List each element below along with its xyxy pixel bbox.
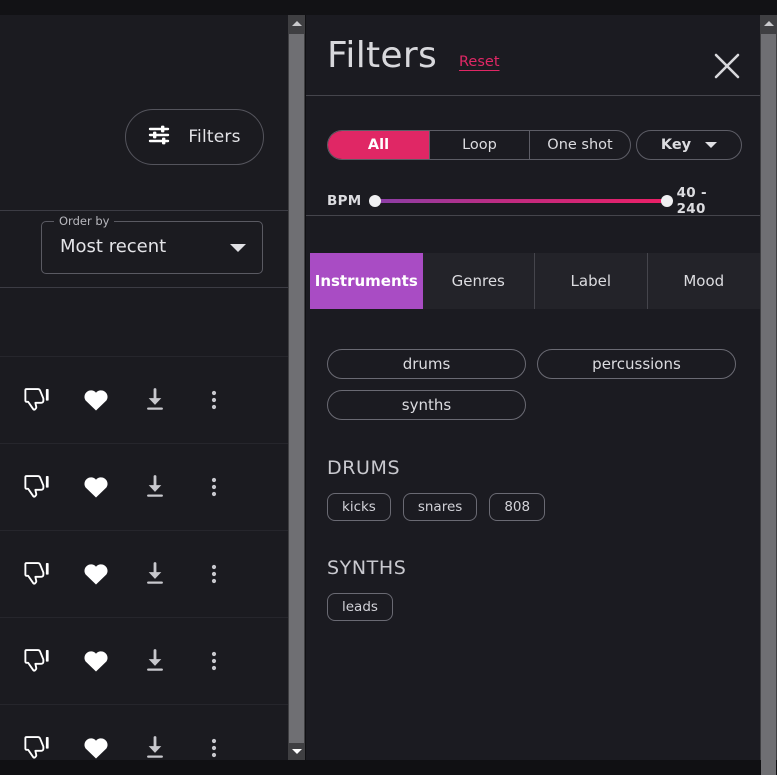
filters-button[interactable]: Filters: [125, 109, 264, 165]
page-scroll-up-arrow-icon[interactable]: [760, 15, 777, 32]
list-scrollbar[interactable]: [288, 15, 305, 760]
thumbs-down-icon[interactable]: [7, 385, 66, 415]
thumbs-down-icon[interactable]: [7, 472, 66, 502]
order-by-value: Most recent: [60, 236, 167, 257]
chip-percussions[interactable]: percussions: [537, 349, 736, 379]
list-row-partial: [0, 288, 288, 357]
row-action-group: [0, 705, 265, 760]
group-drums: DRUMS kicks snares 808: [327, 457, 739, 521]
scroll-up-glyph: [763, 21, 774, 26]
bpm-filter-row: BPM 40 - 240: [327, 185, 739, 217]
group-drums-title: DRUMS: [327, 457, 401, 479]
key-dropdown-button[interactable]: Key: [636, 130, 742, 160]
bpm-label: BPM: [327, 193, 362, 209]
group-synths-title: SYNTHS: [327, 557, 407, 579]
reset-link[interactable]: Reset: [459, 54, 500, 70]
heart-icon[interactable]: [66, 385, 125, 415]
row-action-group: [0, 444, 265, 530]
tab-mood[interactable]: Mood: [647, 253, 760, 309]
download-icon[interactable]: [125, 386, 184, 414]
download-icon[interactable]: [125, 560, 184, 588]
chip-808[interactable]: 808: [489, 493, 546, 521]
order-by-legend: Order by: [54, 214, 115, 228]
more-vertical-icon[interactable]: [184, 473, 243, 501]
type-and-bpm-section: All Loop One shot Key BPM 40 - 240: [306, 96, 760, 217]
page-scrollbar-thumb[interactable]: [761, 34, 776, 775]
row-action-group: [0, 357, 265, 443]
filters-panel-header: Filters Reset: [306, 15, 760, 96]
tab-genres[interactable]: Genres: [422, 253, 535, 309]
chip-snares[interactable]: snares: [402, 493, 478, 521]
app-root: Filters Order by Most recent Filters Res…: [0, 0, 777, 775]
tab-instruments[interactable]: Instruments: [310, 253, 423, 309]
sliders-icon: [148, 124, 174, 150]
bpm-range-slider[interactable]: [368, 193, 673, 209]
table-row[interactable]: [0, 705, 288, 760]
filters-button-area: Filters: [0, 15, 288, 211]
heart-icon[interactable]: [66, 472, 125, 502]
heart-icon[interactable]: [66, 733, 125, 760]
download-icon[interactable]: [125, 734, 184, 760]
segment-one-shot[interactable]: One shot: [529, 131, 630, 159]
page-scrollbar[interactable]: [760, 15, 777, 775]
more-vertical-icon[interactable]: [184, 734, 243, 760]
results-list: [0, 288, 288, 760]
heart-icon[interactable]: [66, 559, 125, 589]
chip-kicks[interactable]: kicks: [327, 493, 391, 521]
results-list-column: Filters Order by Most recent: [0, 15, 288, 760]
table-row[interactable]: [0, 357, 288, 444]
download-icon[interactable]: [125, 647, 184, 675]
segment-all[interactable]: All: [328, 131, 429, 159]
table-row[interactable]: [0, 618, 288, 705]
chip-leads[interactable]: leads: [327, 593, 393, 621]
filters-panel: Filters Reset All Loop One shot Key BPM: [306, 15, 760, 760]
heart-icon[interactable]: [66, 646, 125, 676]
scroll-down-arrow-icon[interactable]: [288, 743, 305, 760]
download-icon[interactable]: [125, 473, 184, 501]
instrument-category-chips: drums percussions synths: [327, 349, 739, 420]
bpm-range-value: 40 - 240: [676, 185, 707, 217]
order-by-area: Order by Most recent: [0, 211, 288, 288]
chip-drums[interactable]: drums: [327, 349, 526, 379]
list-scrollbar-thumb[interactable]: [289, 34, 304, 749]
more-vertical-icon[interactable]: [184, 386, 243, 414]
more-vertical-icon[interactable]: [184, 647, 243, 675]
order-by-select[interactable]: Order by Most recent: [41, 214, 263, 274]
instruments-tab-panel: drums percussions synths DRUMS kicks sna…: [306, 309, 760, 760]
filters-button-label: Filters: [188, 127, 241, 147]
bpm-slider-thumb-min[interactable]: [368, 195, 381, 207]
segment-loop[interactable]: Loop: [429, 131, 529, 159]
chip-synths[interactable]: synths: [327, 390, 526, 420]
thumbs-down-icon[interactable]: [7, 559, 66, 589]
tab-label[interactable]: Label: [535, 253, 648, 309]
bpm-slider-track: [372, 199, 668, 203]
chevron-down-icon: [705, 142, 718, 148]
table-row[interactable]: [0, 531, 288, 618]
sample-type-segmented-control: All Loop One shot: [327, 130, 631, 160]
page-title: Filters: [327, 35, 438, 76]
thumbs-down-icon[interactable]: [7, 646, 66, 676]
key-dropdown-label: Key: [660, 137, 692, 153]
scroll-up-arrow-icon[interactable]: [288, 15, 305, 32]
close-icon[interactable]: [712, 51, 742, 81]
window-top-strip: [0, 0, 777, 15]
table-row[interactable]: [0, 444, 288, 531]
panel-divider-above-tabs: [306, 215, 760, 216]
filter-category-tabs: Instruments Genres Label Mood: [310, 253, 760, 309]
chevron-down-icon: [230, 244, 246, 252]
group-synths: SYNTHS leads: [327, 557, 739, 621]
group-synths-chips: leads: [327, 593, 739, 621]
bpm-slider-thumb-max[interactable]: [660, 195, 673, 207]
scroll-down-glyph: [291, 749, 302, 754]
group-drums-chips: kicks snares 808: [327, 493, 739, 521]
scroll-up-glyph: [291, 21, 302, 26]
more-vertical-icon[interactable]: [184, 560, 243, 588]
row-action-group: [0, 618, 265, 704]
thumbs-down-icon[interactable]: [7, 733, 66, 760]
row-action-group: [0, 531, 265, 617]
